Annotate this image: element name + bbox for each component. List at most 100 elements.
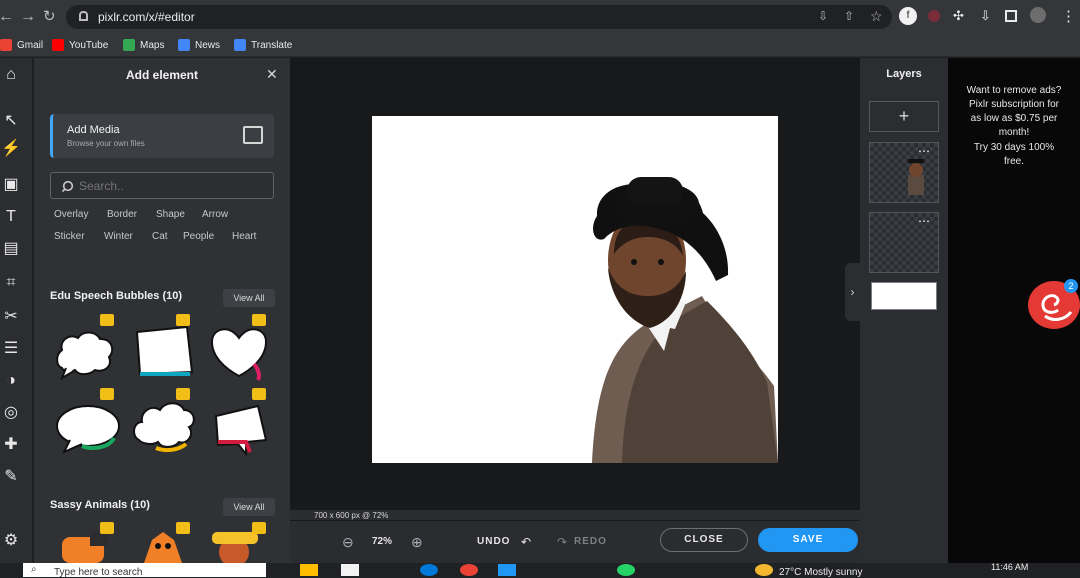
search-input[interactable]: [79, 178, 259, 194]
add-media-card[interactable]: Add Media Browse your own files: [50, 114, 274, 158]
edge-icon[interactable]: [420, 564, 438, 576]
adjust-icon[interactable]: ☰: [0, 338, 22, 360]
reload-icon[interactable]: ↻: [43, 7, 56, 25]
store-icon[interactable]: [341, 564, 359, 576]
liquify-icon[interactable]: ◎: [0, 402, 22, 424]
profile-extension-icon[interactable]: [928, 10, 940, 22]
youtube-icon: [52, 39, 64, 51]
clock: 11:46 AM: [991, 562, 1029, 572]
speech-bubble-rect[interactable]: [130, 314, 196, 386]
ad-line-3: as low as $0.75 per: [970, 113, 1058, 124]
zoom-level[interactable]: 72%: [372, 536, 392, 547]
tag-heart[interactable]: Heart: [232, 231, 256, 242]
crown-icon: [176, 388, 190, 400]
bookmark-news[interactable]: News: [178, 37, 220, 53]
redo-icon: ↷: [557, 535, 568, 549]
tag-winter[interactable]: Winter: [104, 231, 133, 242]
layers-title: Layers: [886, 68, 922, 80]
whatsapp-icon[interactable]: [617, 564, 635, 576]
heal-icon[interactable]: ✚: [0, 434, 22, 456]
chrome-icon[interactable]: [460, 564, 478, 576]
canvas-size-status: 700 x 600 px @ 72%: [314, 511, 389, 520]
filter-icon[interactable]: ◑: [0, 370, 22, 392]
weather-icon: [755, 564, 773, 576]
text-icon[interactable]: T: [0, 206, 22, 228]
layer-empty[interactable]: ⋯: [869, 212, 939, 273]
animal-sticker-really[interactable]: [206, 522, 272, 563]
tag-people[interactable]: People: [183, 231, 214, 242]
pattern-icon[interactable]: ▤: [0, 238, 22, 260]
brush-icon[interactable]: ✎: [0, 466, 22, 488]
bookmark-youtube[interactable]: YouTube: [52, 37, 108, 53]
quick-action-icon[interactable]: ⚡: [0, 138, 22, 160]
background-layer[interactable]: [871, 282, 937, 310]
section-title-speech-bubbles: Edu Speech Bubbles (10): [50, 290, 183, 302]
bookmark-maps[interactable]: Maps: [123, 37, 164, 53]
arrange-icon[interactable]: ↖: [0, 110, 22, 132]
settings-icon[interactable]: ⚙: [0, 530, 22, 552]
tag-sticker[interactable]: Sticker: [54, 231, 85, 242]
tag-cat[interactable]: Cat: [152, 231, 168, 242]
collapse-layers-icon[interactable]: ›: [845, 263, 860, 321]
save-button[interactable]: SAVE: [758, 528, 858, 552]
zoom-in-icon[interactable]: ⊕: [411, 534, 423, 551]
canvas[interactable]: [372, 116, 778, 463]
layer-photo[interactable]: ⋯: [869, 142, 939, 203]
cast-icon[interactable]: ⇩: [818, 9, 828, 23]
crown-icon: [176, 522, 190, 534]
crop-icon[interactable]: ▣: [0, 174, 22, 196]
speech-bubble-heart[interactable]: [206, 314, 272, 386]
user-avatar[interactable]: [1030, 7, 1046, 23]
tag-overlay[interactable]: Overlay: [54, 209, 88, 220]
close-panel-icon[interactable]: ✕: [266, 66, 278, 83]
animal-sticker-snob[interactable]: [54, 522, 120, 563]
bottom-toolbar: ⊖ 72% ⊕ UNDO ↶ ↷ REDO CLOSE SAVE: [290, 521, 860, 563]
close-button[interactable]: CLOSE: [660, 528, 748, 552]
redo-label: REDO: [574, 536, 607, 547]
taskbar-search[interactable]: ⌕ Type here to search: [23, 563, 266, 578]
back-icon[interactable]: ←: [0, 8, 14, 26]
view-all-speech-bubbles[interactable]: View All: [223, 289, 275, 307]
pixlr-extension-icon[interactable]: f: [899, 7, 917, 25]
tag-border[interactable]: Border: [107, 209, 137, 220]
tag-shape[interactable]: Shape: [156, 209, 185, 220]
bookmark-gmail[interactable]: Gmail: [0, 37, 43, 53]
sidebar-icon[interactable]: [1005, 10, 1017, 22]
element-search[interactable]: [50, 172, 274, 199]
menu-kebab-icon[interactable]: ⋮: [1061, 7, 1076, 25]
file-explorer-icon[interactable]: [300, 564, 318, 576]
undo-label[interactable]: UNDO: [477, 536, 510, 547]
zoom-out-icon[interactable]: ⊖: [342, 534, 354, 551]
url-text[interactable]: pixlr.com/x/#editor: [98, 10, 195, 24]
share-icon[interactable]: ⇧: [844, 9, 854, 23]
speech-bubble-jagged[interactable]: [206, 388, 272, 460]
add-layer-button[interactable]: +: [869, 101, 939, 132]
bookmark-star-icon[interactable]: ☆: [870, 8, 883, 25]
speech-bubble-oval[interactable]: [54, 388, 120, 460]
portrait-image: [592, 177, 778, 463]
bookmark-label: Maps: [140, 39, 165, 51]
layer-options-icon[interactable]: ⋯: [918, 214, 930, 228]
speech-bubble-puff[interactable]: [130, 388, 196, 460]
cutout-icon[interactable]: ✂: [0, 306, 22, 328]
crown-icon: [176, 314, 190, 326]
forward-icon[interactable]: →: [20, 8, 36, 26]
windows-taskbar: ⌕ Type here to search 27°C Mostly sunny …: [0, 562, 1080, 578]
ad-line-5: Try 30 days 100%: [973, 142, 1055, 153]
download-icon[interactable]: ⇩: [980, 8, 991, 24]
speech-bubble-cloud[interactable]: [54, 314, 120, 386]
gmail-icon: [0, 39, 12, 51]
bookmark-label: YouTube: [69, 39, 109, 51]
tag-arrow[interactable]: Arrow: [202, 209, 228, 220]
crown-icon: [100, 522, 114, 534]
ad-line-6: free.: [1003, 156, 1024, 167]
extensions-icon[interactable]: ✣: [953, 8, 964, 24]
home-icon[interactable]: ⌂: [0, 64, 22, 86]
bookmark-translate[interactable]: Translate: [234, 37, 292, 53]
crop-tool-icon[interactable]: ⌗: [0, 272, 22, 294]
undo-icon[interactable]: ↶: [521, 535, 531, 549]
photos-icon[interactable]: [498, 564, 516, 576]
view-all-sassy-animals[interactable]: View All: [223, 498, 275, 516]
animal-sticker-fox[interactable]: [130, 522, 196, 563]
layer-options-icon[interactable]: ⋯: [918, 144, 930, 158]
